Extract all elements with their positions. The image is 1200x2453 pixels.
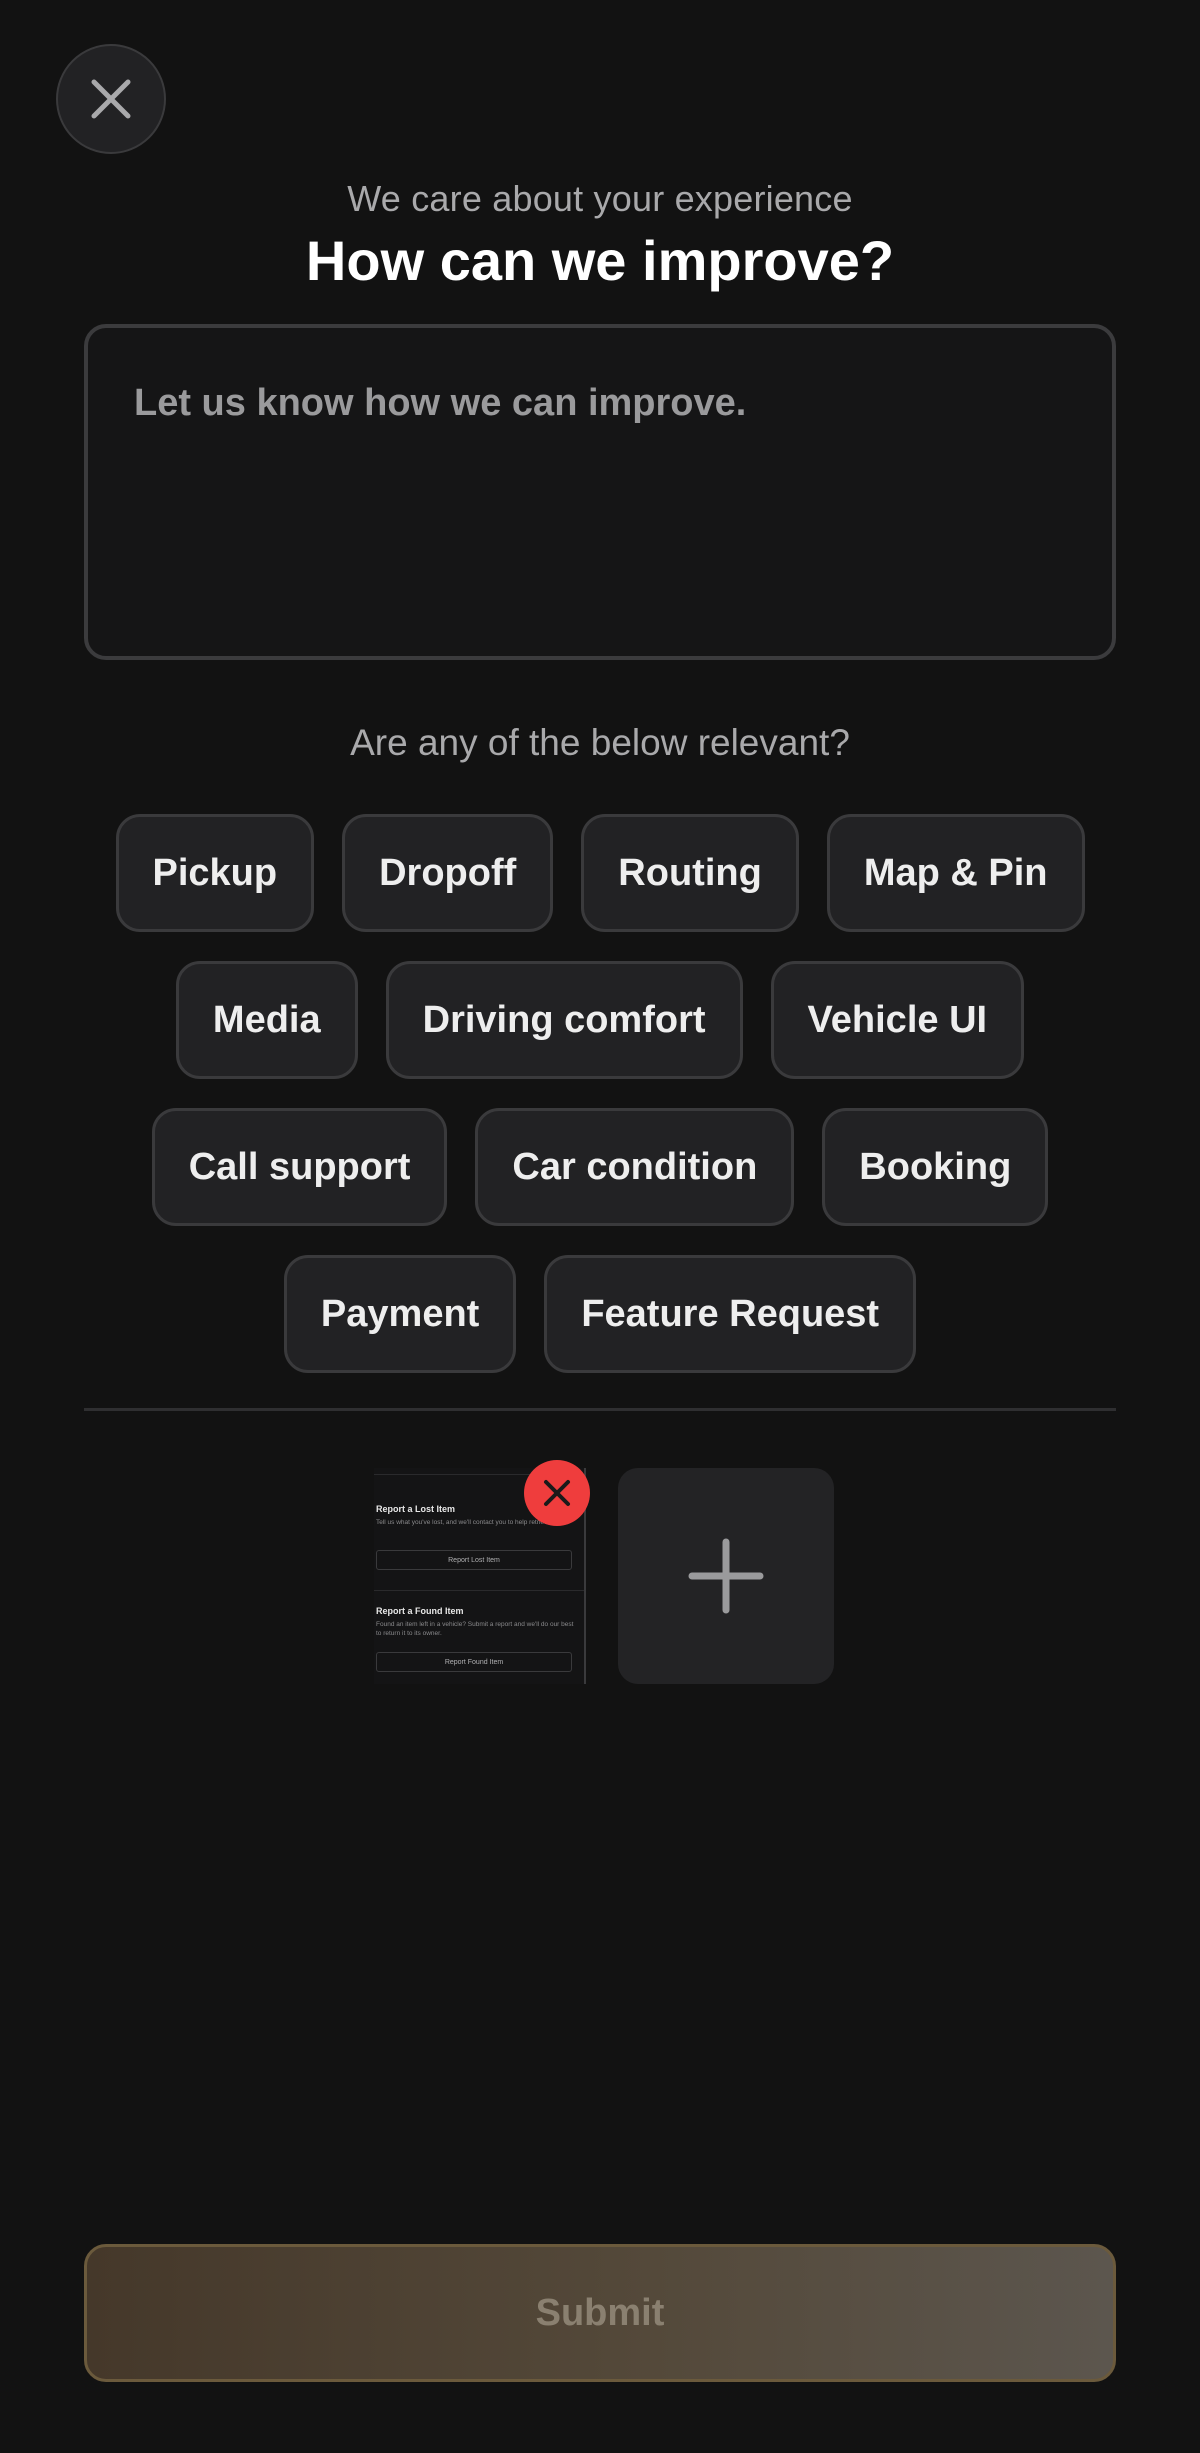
chip-driving-comfort[interactable]: Driving comfort: [385, 961, 743, 1079]
close-icon: [91, 79, 131, 119]
chip-dropoff[interactable]: Dropoff: [342, 814, 554, 932]
preview-divider: [374, 1590, 584, 1591]
chip-call-support[interactable]: Call support: [151, 1108, 448, 1226]
chip-row: Payment Feature Request: [60, 1255, 1140, 1373]
preview-found-desc: Found an item left in a vehicle? Submit …: [376, 1621, 574, 1637]
close-button[interactable]: [56, 44, 166, 154]
chip-media[interactable]: Media: [175, 961, 358, 1079]
feedback-textarea[interactable]: [84, 324, 1116, 660]
chip-booking[interactable]: Booking: [822, 1108, 1049, 1226]
preview-lost-heading: Report a Lost Item: [376, 1504, 456, 1514]
chip-map-pin[interactable]: Map & Pin: [826, 814, 1085, 932]
chip-row: Pickup Dropoff Routing Map & Pin: [60, 814, 1140, 932]
chip-pickup[interactable]: Pickup: [115, 814, 315, 932]
chip-car-condition[interactable]: Car condition: [475, 1108, 795, 1226]
preview-lost-button: Report Lost Item: [376, 1550, 572, 1570]
topics-question: Are any of the below relevant?: [350, 722, 850, 763]
chip-routing[interactable]: Routing: [581, 814, 799, 932]
attachment-thumbnail[interactable]: Report a Lost Item Tell us what you've l…: [374, 1460, 590, 1684]
close-icon: [544, 1480, 570, 1506]
chip-payment[interactable]: Payment: [283, 1255, 517, 1373]
preview-found-button: Report Found Item: [376, 1652, 572, 1672]
page-title: How can we improve?: [305, 229, 895, 292]
page-subtitle: We care about your experience: [347, 178, 853, 219]
topic-chips: Pickup Dropoff Routing Map & Pin Media D…: [60, 814, 1140, 1402]
chip-row: Media Driving comfort Vehicle UI: [60, 961, 1140, 1079]
divider: [84, 1408, 1116, 1411]
remove-attachment-button[interactable]: [524, 1460, 590, 1526]
preview-found-heading: Report a Found Item: [376, 1606, 464, 1616]
chip-feature-request[interactable]: Feature Request: [544, 1255, 917, 1373]
add-attachment-button[interactable]: [618, 1468, 834, 1684]
chip-vehicle-ui[interactable]: Vehicle UI: [770, 961, 1025, 1079]
submit-button[interactable]: Submit: [84, 2244, 1116, 2382]
plus-icon: [688, 1538, 764, 1614]
chip-row: Call support Car condition Booking: [60, 1108, 1140, 1226]
